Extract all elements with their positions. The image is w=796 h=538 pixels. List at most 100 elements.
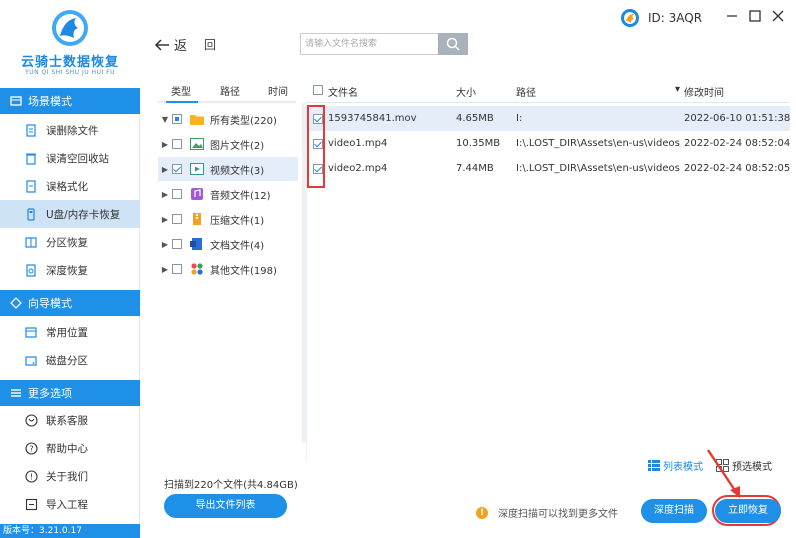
search-input[interactable]: 请输入文件名搜索 xyxy=(300,33,438,55)
sidebar-item-label: 导入工程 xyxy=(46,498,88,511)
maximize-icon xyxy=(749,10,761,22)
column-path[interactable]: 路径 xyxy=(516,84,536,99)
search-button[interactable] xyxy=(438,33,468,55)
sidebar-item-label: 关于我们 xyxy=(46,470,88,483)
guide-mode-icon xyxy=(10,297,22,309)
top-bar: 返 回 请输入文件名搜索 ID: 3AQR xyxy=(140,0,796,70)
column-size[interactable]: 大小 xyxy=(456,84,476,99)
disk-icon xyxy=(24,353,38,367)
chevron-right-icon[interactable]: ▶ xyxy=(158,215,172,224)
header-divider xyxy=(306,102,790,103)
close-button[interactable] xyxy=(770,8,786,24)
sidebar-item-label: 深度恢复 xyxy=(46,264,88,277)
sidebar-item-deep-recovery[interactable]: 深度恢复 xyxy=(0,256,140,284)
tree-item-label: 压缩文件(1) xyxy=(210,215,265,227)
sidebar-item-contact-support[interactable]: 联系客服 xyxy=(0,406,140,434)
sidebar-item-label: 误删除文件 xyxy=(46,124,99,137)
checkbox-images[interactable] xyxy=(172,139,182,149)
arrow-left-icon xyxy=(154,38,169,51)
minimize-icon xyxy=(727,15,737,17)
app-name: 云骑士数据恢复 xyxy=(20,55,119,70)
format-icon xyxy=(24,179,38,193)
tab-type[interactable]: 类型 xyxy=(171,83,191,98)
recover-now-button[interactable]: 立即恢复 xyxy=(715,499,781,523)
deep-scan-tip: ! 深度扫描可以找到更多文件 xyxy=(476,505,618,520)
import-icon xyxy=(24,497,38,511)
column-modified[interactable]: 修改时间 xyxy=(684,84,724,99)
tree-item-archives[interactable]: ▶ 压缩文件(1) xyxy=(158,207,298,231)
list-view-icon xyxy=(648,460,660,471)
sidebar-item-label: 分区恢复 xyxy=(46,236,88,249)
sidebar-item-recycle-bin[interactable]: 误清空回收站 xyxy=(0,144,140,172)
sidebar-item-help-center[interactable]: ? 帮助中心 xyxy=(0,434,140,462)
list-mode-label: 列表模式 xyxy=(663,462,703,473)
minimize-button[interactable] xyxy=(724,8,740,24)
tree-item-others[interactable]: ▶ 其他文件(198) xyxy=(158,257,298,281)
support-icon xyxy=(24,413,38,427)
section-title: 场景模式 xyxy=(28,95,72,108)
folder-icon xyxy=(190,115,204,125)
checkbox-videos[interactable] xyxy=(172,164,182,174)
svg-text:!: ! xyxy=(29,472,32,481)
sidebar-item-common-locations[interactable]: 常用位置 xyxy=(0,318,140,346)
scan-summary: 扫描到220个文件(共4.84GB) xyxy=(164,480,298,491)
sidebar-item-about-us[interactable]: ! 关于我们 xyxy=(0,462,140,490)
checkbox-select-all[interactable] xyxy=(313,85,323,95)
file-type-tree: 类型 路径 时间 ▼ 所有类型(220) ▶ 图片文件(2) ▶ 视频文件(3)… xyxy=(158,80,298,460)
version-label: 版本号：3.21.0.17 xyxy=(0,524,140,538)
tree-item-videos[interactable]: ▶ 视频文件(3) xyxy=(158,157,298,181)
checkbox-audio[interactable] xyxy=(172,189,182,199)
return-button[interactable]: 回 xyxy=(204,36,216,53)
info-icon: ! xyxy=(24,469,38,483)
app-logo: 云骑士数据恢复 YUN QI SHI SHU JU HUI FU xyxy=(0,0,140,88)
back-button[interactable]: 返 xyxy=(154,35,187,54)
file-path: I: xyxy=(516,113,523,124)
image-file-icon xyxy=(190,138,204,150)
list-mode-toggle[interactable]: 列表模式 xyxy=(648,458,703,473)
checkbox-all-types[interactable] xyxy=(172,114,182,124)
chevron-right-icon[interactable]: ▶ xyxy=(158,190,172,199)
table-row[interactable]: video1.mp4 10.35MB I:\.LOST_DIR\Assets\e… xyxy=(306,131,790,156)
other-file-icon xyxy=(191,263,203,275)
menu-icon xyxy=(11,389,21,397)
location-icon xyxy=(24,325,38,339)
chevron-right-icon[interactable]: ▶ xyxy=(158,140,172,149)
checkbox-documents[interactable] xyxy=(172,239,182,249)
section-scene-mode: 场景模式 xyxy=(0,88,140,114)
trash-file-icon xyxy=(24,123,38,137)
chevron-right-icon[interactable]: ▶ xyxy=(158,240,172,249)
tree-item-documents[interactable]: ▶ 文档文件(4) xyxy=(158,232,298,256)
file-modified: 2022-02-24 08:52:05 xyxy=(684,163,791,174)
deep-scan-button[interactable]: 深度扫描 xyxy=(641,499,707,523)
column-file-name[interactable]: 文件名 xyxy=(328,84,358,99)
chevron-right-icon[interactable]: ▶ xyxy=(158,165,172,174)
export-list-button[interactable]: 导出文件列表 xyxy=(164,494,287,518)
table-row[interactable]: video2.mp4 7.44MB I:\.LOST_DIR\Assets\en… xyxy=(306,156,790,181)
sidebar-item-partition[interactable]: 分区恢复 xyxy=(0,228,140,256)
document-file-icon xyxy=(190,238,202,250)
sidebar-item-deleted-files[interactable]: 误删除文件 xyxy=(0,116,140,144)
section-title: 更多选项 xyxy=(28,387,72,400)
section-title: 向导模式 xyxy=(28,297,72,310)
tree-item-images[interactable]: ▶ 图片文件(2) xyxy=(158,132,298,156)
tree-item-label: 其他文件(198) xyxy=(210,265,277,277)
tree-item-label: 所有类型(220) xyxy=(210,115,277,127)
maximize-button[interactable] xyxy=(747,8,763,24)
tab-time[interactable]: 时间 xyxy=(268,83,288,98)
chevron-down-icon[interactable]: ▼ xyxy=(158,115,172,124)
user-avatar-icon[interactable] xyxy=(620,8,640,28)
sidebar-item-import-project[interactable]: 导入工程 xyxy=(0,490,140,518)
table-row[interactable]: 1593745841.mov 4.65MB I: 2022-06-10 01:5… xyxy=(306,106,790,131)
close-icon xyxy=(772,10,784,22)
sidebar-item-usb-card[interactable]: U盘/内存卡恢复 xyxy=(0,200,140,228)
checkbox-others[interactable] xyxy=(172,264,182,274)
tree-item-all-types[interactable]: ▼ 所有类型(220) xyxy=(158,107,298,131)
tab-path[interactable]: 路径 xyxy=(220,83,240,98)
tree-item-audio[interactable]: ▶ 音频文件(12) xyxy=(158,182,298,206)
sidebar-item-format[interactable]: 误格式化 xyxy=(0,172,140,200)
chevron-right-icon[interactable]: ▶ xyxy=(158,265,172,274)
sidebar-item-disk-partition[interactable]: 磁盘分区 xyxy=(0,346,140,374)
tree-item-label: 文档文件(4) xyxy=(210,240,265,252)
file-list-header: 文件名 大小 路径 ▾ 修改时间 xyxy=(306,80,790,102)
checkbox-archives[interactable] xyxy=(172,214,182,224)
